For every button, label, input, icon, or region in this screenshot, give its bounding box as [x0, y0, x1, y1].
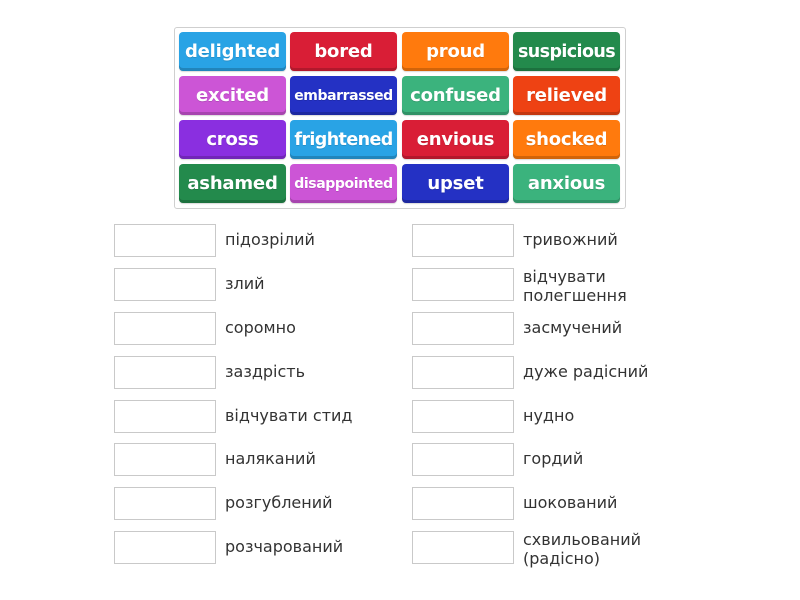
- drop-slot-right-8[interactable]: [412, 531, 514, 564]
- target-label: наляканий: [225, 449, 316, 468]
- target-label: шокований: [523, 493, 618, 512]
- word-tile-embarrassed[interactable]: embarrassed: [290, 76, 397, 115]
- target-label: відчувати полегшення: [523, 267, 627, 305]
- target-label: гордий: [523, 449, 584, 468]
- drop-slot-right-2[interactable]: [412, 268, 514, 301]
- word-tile-frightened[interactable]: frightened: [290, 120, 397, 159]
- target-label: розгублений: [225, 493, 333, 512]
- target-label: дуже радісний: [523, 362, 649, 381]
- word-tile-bored[interactable]: bored: [290, 32, 397, 71]
- word-tile-upset[interactable]: upset: [402, 164, 509, 203]
- drop-slot-left-3[interactable]: [114, 312, 216, 345]
- word-tile-suspicious[interactable]: suspicious: [513, 32, 620, 71]
- word-bank: delighted bored proud suspicious excited emba…: [174, 27, 626, 209]
- target-label: тривожний: [523, 230, 618, 249]
- drop-slot-right-5[interactable]: [412, 400, 514, 433]
- word-tile-proud[interactable]: proud: [402, 32, 509, 71]
- word-tile-shocked[interactable]: shocked: [513, 120, 620, 159]
- word-tile-delighted[interactable]: delighted: [179, 32, 286, 71]
- drop-slot-right-7[interactable]: [412, 487, 514, 520]
- drop-slot-left-5[interactable]: [114, 400, 216, 433]
- word-tile-ashamed[interactable]: ashamed: [179, 164, 286, 203]
- target-label: злий: [225, 274, 265, 293]
- drop-slot-left-6[interactable]: [114, 443, 216, 476]
- drop-slot-left-4[interactable]: [114, 356, 216, 389]
- drop-slot-left-8[interactable]: [114, 531, 216, 564]
- drop-slot-left-7[interactable]: [114, 487, 216, 520]
- target-label: розчарований: [225, 537, 344, 556]
- word-tile-excited[interactable]: excited: [179, 76, 286, 115]
- target-label: схвильований (радісно): [523, 530, 642, 568]
- drop-slot-right-4[interactable]: [412, 356, 514, 389]
- word-tile-envious[interactable]: envious: [402, 120, 509, 159]
- target-label: підозрілий: [225, 230, 315, 249]
- target-label: заздрість: [225, 362, 306, 381]
- target-label: нудно: [523, 406, 575, 425]
- drop-slot-left-1[interactable]: [114, 224, 216, 257]
- target-label: відчувати стид: [225, 406, 353, 425]
- drop-slot-left-2[interactable]: [114, 268, 216, 301]
- drop-slot-right-3[interactable]: [412, 312, 514, 345]
- target-label: засмучений: [523, 318, 623, 337]
- target-label: соромно: [225, 318, 296, 337]
- word-tile-disappointed[interactable]: disappointed: [290, 164, 397, 203]
- word-tile-anxious[interactable]: anxious: [513, 164, 620, 203]
- word-tile-relieved[interactable]: relieved: [513, 76, 620, 115]
- word-tile-cross[interactable]: cross: [179, 120, 286, 159]
- drop-slot-right-6[interactable]: [412, 443, 514, 476]
- word-tile-confused[interactable]: confused: [402, 76, 509, 115]
- drop-slot-right-1[interactable]: [412, 224, 514, 257]
